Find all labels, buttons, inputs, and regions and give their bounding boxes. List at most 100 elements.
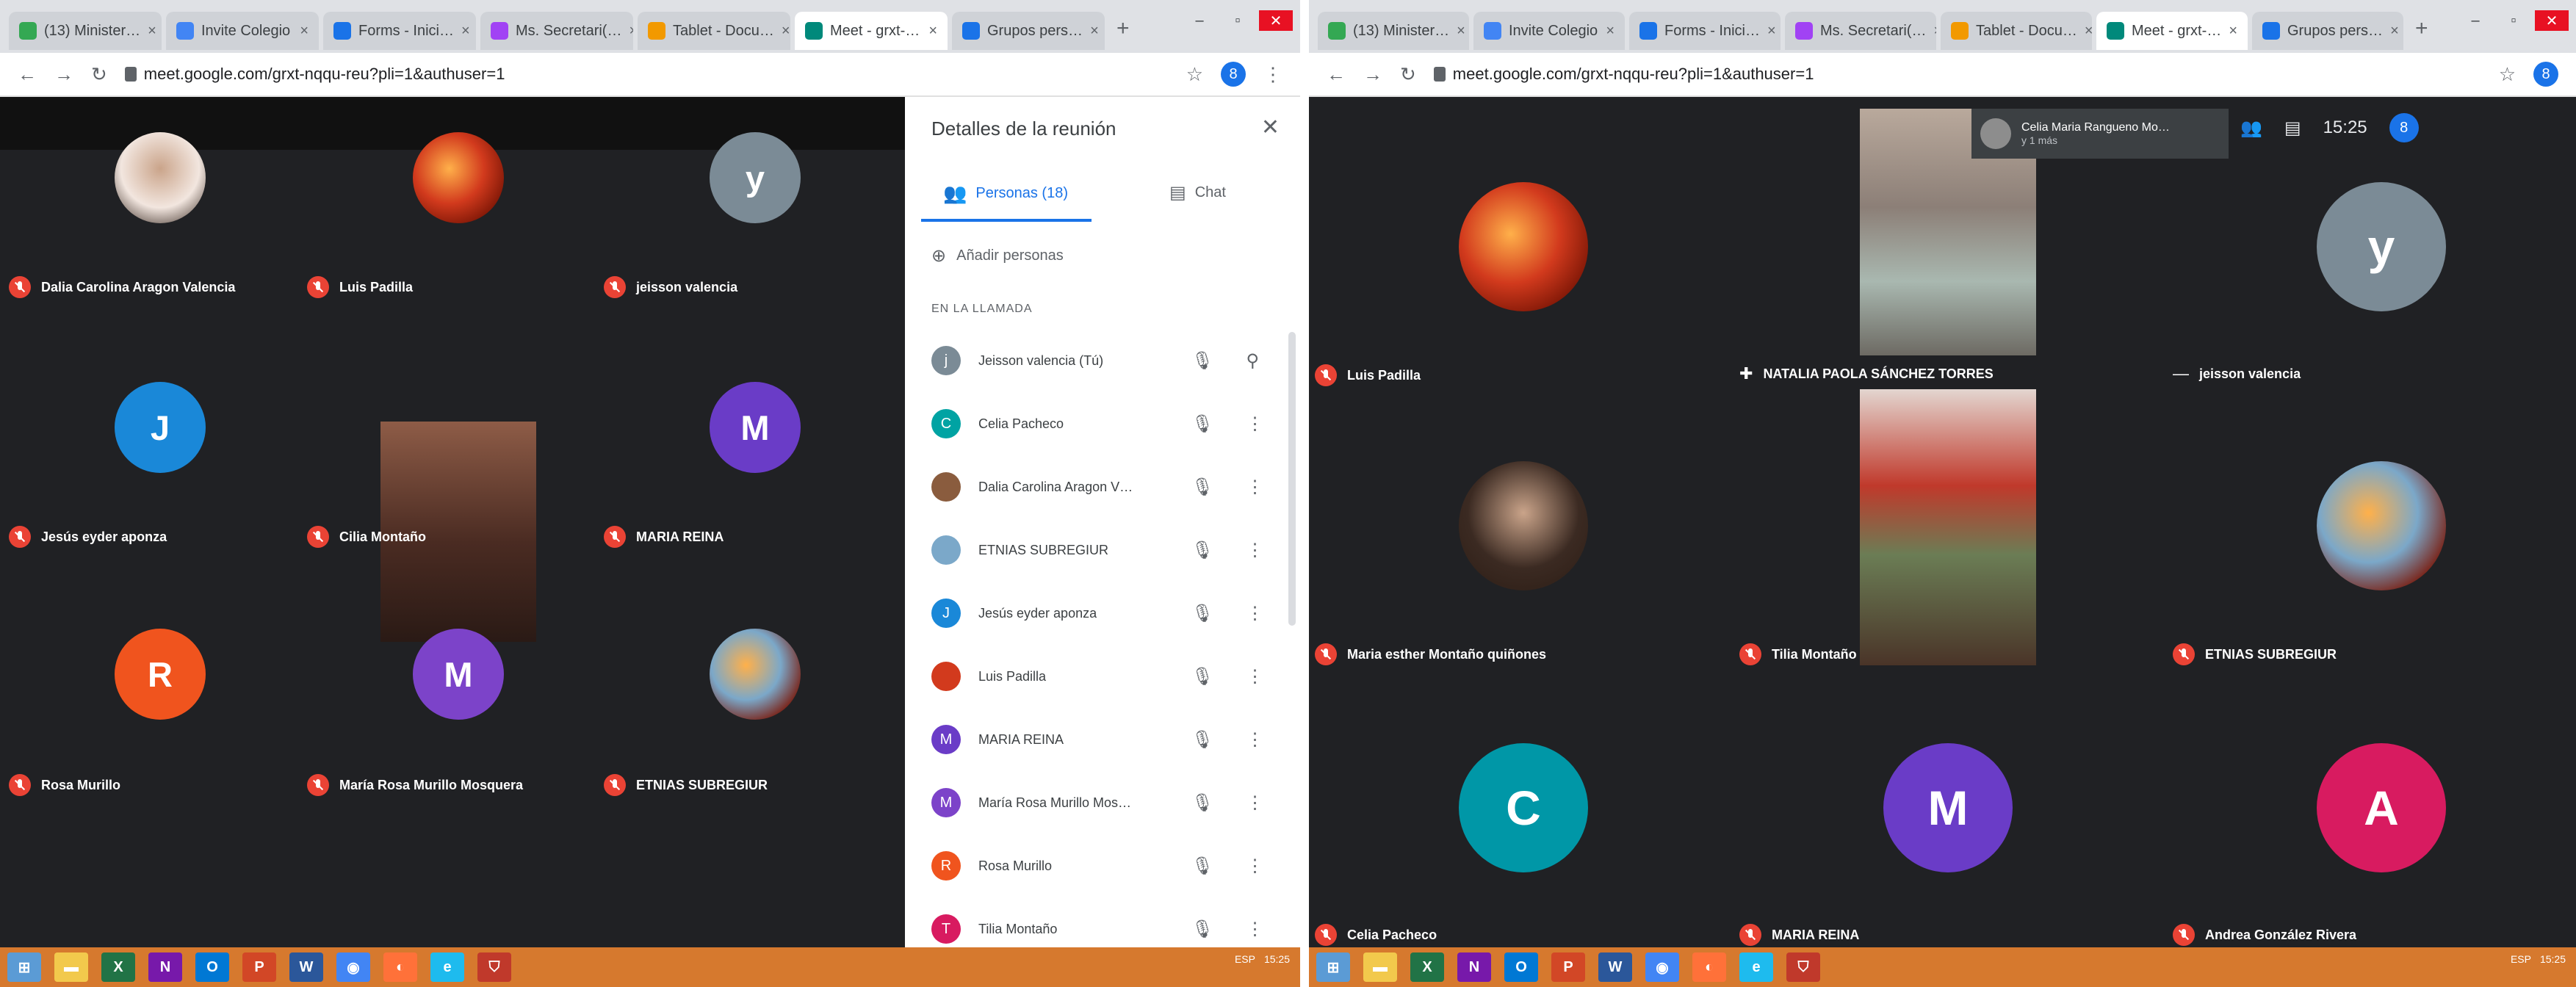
maximize-icon[interactable]: ▫ bbox=[2497, 10, 2530, 31]
presenter-chip[interactable]: Celia Maria Rangueno Mo… y 1 más bbox=[1971, 109, 2229, 159]
reload-icon[interactable]: ↻ bbox=[1400, 63, 1416, 86]
tab-close-icon[interactable]: × bbox=[1606, 23, 1614, 40]
excel-icon[interactable]: X bbox=[101, 952, 135, 982]
word-icon[interactable]: W bbox=[289, 952, 323, 982]
tab-chat[interactable]: ▤ Chat bbox=[1169, 182, 1226, 203]
tab-people[interactable]: 👥 Personas (18) bbox=[943, 182, 1068, 205]
more-vert-icon[interactable]: ⋮ bbox=[1246, 540, 1263, 561]
url-field[interactable]: meet.google.com/grxt-nqqu-reu?pli=1&auth… bbox=[124, 65, 1169, 84]
mic-off-icon[interactable]: 🎙 bbox=[1191, 666, 1213, 687]
shield-app-icon[interactable]: ⛉ bbox=[477, 952, 511, 982]
participant-list-item[interactable]: Dalia Carolina Aragon V… 🎙 ⋮ bbox=[931, 467, 1277, 507]
windows-start-icon[interactable]: ⊞ bbox=[1316, 952, 1350, 982]
participant-list-item[interactable]: M María Rosa Murillo Mos… 🎙 ⋮ bbox=[931, 783, 1277, 822]
pin-icon[interactable]: ⚲ bbox=[1246, 350, 1259, 372]
tab-close-icon[interactable]: × bbox=[2390, 23, 2399, 40]
star-icon[interactable]: ☆ bbox=[1186, 63, 1203, 86]
participant-list-item[interactable]: T Tilia Montaño 🎙 ⋮ bbox=[931, 909, 1277, 949]
browser-tab[interactable]: Ms. Secretari(… × bbox=[1785, 12, 1936, 50]
outlook-icon[interactable]: O bbox=[1504, 952, 1538, 982]
close-icon[interactable]: ✕ bbox=[1261, 115, 1280, 140]
participant-list-item[interactable]: j Jeisson valencia (Tú) 🎙 ⚲ bbox=[931, 341, 1277, 380]
tab-close-icon[interactable]: × bbox=[1933, 23, 1936, 40]
tab-close-icon[interactable]: × bbox=[2085, 23, 2092, 40]
windows-start-icon[interactable]: ⊞ bbox=[7, 952, 41, 982]
more-vert-icon[interactable]: ⋮ bbox=[1246, 792, 1263, 814]
more-vert-icon[interactable]: ⋮ bbox=[1246, 413, 1263, 435]
new-tab-icon[interactable]: + bbox=[2415, 16, 2428, 41]
close-window-icon[interactable]: ✕ bbox=[2535, 10, 2569, 31]
mic-off-icon[interactable]: 🎙 bbox=[1191, 540, 1213, 561]
chrome-icon[interactable]: ◉ bbox=[1645, 952, 1679, 982]
firefox-icon[interactable]: ◐ bbox=[1692, 952, 1726, 982]
tab-close-icon[interactable]: × bbox=[928, 23, 937, 40]
onenote-icon[interactable]: N bbox=[1457, 952, 1491, 982]
more-vert-icon[interactable]: ⋮ bbox=[1246, 477, 1263, 498]
browser-tab[interactable]: Forms - Inici… × bbox=[1629, 12, 1781, 50]
participant-list-item[interactable]: C Celia Pacheco 🎙 ⋮ bbox=[931, 404, 1277, 444]
mic-off-icon[interactable]: 🎙 bbox=[1191, 477, 1213, 498]
url-field[interactable]: meet.google.com/grxt-nqqu-reu?pli=1&auth… bbox=[1433, 65, 2481, 84]
browser-tab[interactable]: Grupos pers… × bbox=[2252, 12, 2403, 50]
pin-icon[interactable]: ✚ bbox=[1739, 364, 1753, 383]
file-explorer-icon[interactable]: ▬ bbox=[54, 952, 88, 982]
ie-icon[interactable]: e bbox=[430, 952, 464, 982]
browser-tab[interactable]: Meet - grxt-… × bbox=[2096, 12, 2248, 50]
scrollbar[interactable] bbox=[1288, 332, 1296, 626]
browser-tab[interactable]: Tablet - Docu… × bbox=[1941, 12, 2092, 50]
browser-tab[interactable]: Meet - grxt-… × bbox=[795, 12, 948, 50]
browser-tab[interactable]: (13) Minister… × bbox=[9, 12, 162, 50]
more-vert-icon[interactable]: ⋮ bbox=[1246, 919, 1263, 940]
tab-close-icon[interactable]: × bbox=[461, 23, 470, 40]
participant-list-item[interactable]: Luis Padilla 🎙 ⋮ bbox=[931, 657, 1277, 696]
reload-icon[interactable]: ↻ bbox=[91, 63, 107, 86]
close-window-icon[interactable]: ✕ bbox=[1259, 10, 1293, 31]
pin-icon[interactable]: — bbox=[2173, 364, 2189, 383]
more-vert-icon[interactable]: ⋮ bbox=[1246, 666, 1263, 687]
tab-close-icon[interactable]: × bbox=[1767, 23, 1776, 40]
browser-tab[interactable]: Grupos pers… × bbox=[952, 12, 1105, 50]
ie-icon[interactable]: e bbox=[1739, 952, 1773, 982]
mic-off-icon[interactable]: 🎙 bbox=[1191, 856, 1213, 877]
firefox-icon[interactable]: ◐ bbox=[383, 952, 417, 982]
account-avatar-meet[interactable]: 8 bbox=[2389, 113, 2419, 142]
mic-off-icon[interactable]: 🎙 bbox=[1191, 792, 1213, 814]
mic-off-icon[interactable]: 🎙 bbox=[1191, 350, 1213, 372]
more-vert-icon[interactable]: ⋮ bbox=[1246, 603, 1263, 624]
browser-tab[interactable]: Invite Colegio × bbox=[166, 12, 319, 50]
forward-arrow-icon[interactable]: → bbox=[54, 63, 73, 86]
onenote-icon[interactable]: N bbox=[148, 952, 182, 982]
forward-arrow-icon[interactable]: → bbox=[1363, 63, 1382, 86]
more-vert-icon[interactable]: ⋮ bbox=[1263, 63, 1282, 86]
outlook-icon[interactable]: O bbox=[195, 952, 229, 982]
back-arrow-icon[interactable]: ← bbox=[18, 63, 37, 86]
tab-close-icon[interactable]: × bbox=[148, 23, 156, 40]
participant-list-item[interactable]: ETNIAS SUBREGIUR 🎙 ⋮ bbox=[931, 530, 1277, 570]
minimize-icon[interactable]: – bbox=[2458, 10, 2492, 31]
tab-close-icon[interactable]: × bbox=[1090, 23, 1099, 40]
participant-list-item[interactable]: J Jesús eyder aponza 🎙 ⋮ bbox=[931, 593, 1277, 633]
browser-tab[interactable]: (13) Minister… × bbox=[1318, 12, 1469, 50]
chrome-icon[interactable]: ◉ bbox=[336, 952, 370, 982]
mic-off-icon[interactable]: 🎙 bbox=[1191, 919, 1213, 940]
excel-icon[interactable]: X bbox=[1410, 952, 1444, 982]
participant-list-item[interactable]: R Rosa Murillo 🎙 ⋮ bbox=[931, 846, 1277, 886]
add-people-button[interactable]: ⊕ Añadir personas bbox=[931, 245, 1064, 267]
word-icon[interactable]: W bbox=[1598, 952, 1632, 982]
mic-off-icon[interactable]: 🎙 bbox=[1191, 729, 1213, 751]
account-avatar[interactable]: 8 bbox=[1221, 62, 1246, 87]
mic-off-icon[interactable]: 🎙 bbox=[1191, 413, 1213, 435]
browser-tab[interactable]: Ms. Secretari(… × bbox=[480, 12, 633, 50]
tab-close-icon[interactable]: × bbox=[629, 23, 633, 40]
more-vert-icon[interactable]: ⋮ bbox=[1246, 856, 1263, 877]
maximize-icon[interactable]: ▫ bbox=[1221, 10, 1255, 31]
account-avatar[interactable]: 8 bbox=[2533, 62, 2558, 87]
powerpoint-icon[interactable]: P bbox=[242, 952, 276, 982]
browser-tab[interactable]: Invite Colegio × bbox=[1473, 12, 1625, 50]
mic-off-icon[interactable]: 🎙 bbox=[1191, 603, 1213, 624]
participant-list-item[interactable]: M MARIA REINA 🎙 ⋮ bbox=[931, 720, 1277, 759]
tab-close-icon[interactable]: × bbox=[1457, 23, 1465, 40]
tab-close-icon[interactable]: × bbox=[300, 23, 309, 40]
browser-tab[interactable]: Tablet - Docu… × bbox=[638, 12, 790, 50]
chat-icon[interactable]: ▤ bbox=[2284, 118, 2301, 139]
